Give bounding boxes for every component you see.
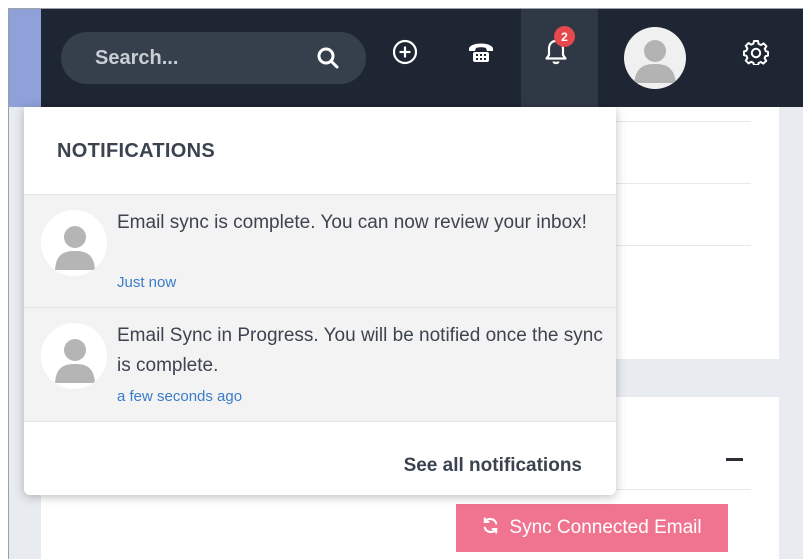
user-avatar[interactable] (624, 27, 686, 89)
notifications-title: NOTIFICATIONS (57, 140, 215, 162)
notification-count-badge: 2 (554, 26, 575, 47)
notification-time: a few seconds ago (117, 388, 243, 405)
notification-time: Just now (117, 274, 177, 291)
search-input[interactable] (93, 45, 297, 71)
plus-circle-icon[interactable] (390, 37, 420, 67)
gear-icon[interactable] (741, 37, 771, 67)
notifications-header: NOTIFICATIONS (24, 107, 616, 195)
top-bar: 2 (41, 9, 803, 107)
collapse-button[interactable] (724, 452, 744, 466)
notification-item[interactable]: Email Sync in Progress. You will be noti… (24, 308, 616, 422)
sync-connected-email-button[interactable]: Sync Connected Email (456, 504, 728, 552)
phone-icon[interactable] (466, 37, 496, 67)
notifications-toggle[interactable]: 2 (521, 9, 598, 107)
see-all-notifications-link[interactable]: See all notifications (404, 455, 582, 477)
notification-message: Email sync is complete. You can now revi… (117, 212, 587, 233)
notification-item[interactable]: Email sync is complete. You can now revi… (24, 195, 616, 308)
notifications-dropdown: NOTIFICATIONS Email sync is complete. Yo… (24, 107, 616, 495)
sync-button-label: Sync Connected Email (509, 517, 702, 538)
sync-icon (482, 516, 499, 540)
app-frame: Sync Connected Email Search... 2 NOTIFIC… (8, 8, 803, 559)
sidebar-edge (9, 9, 41, 107)
search-icon[interactable] (316, 46, 340, 70)
avatar (41, 210, 107, 276)
notification-message: Email Sync in Progress. You will be noti… (117, 325, 603, 376)
search-box (61, 32, 366, 84)
avatar (41, 323, 107, 389)
